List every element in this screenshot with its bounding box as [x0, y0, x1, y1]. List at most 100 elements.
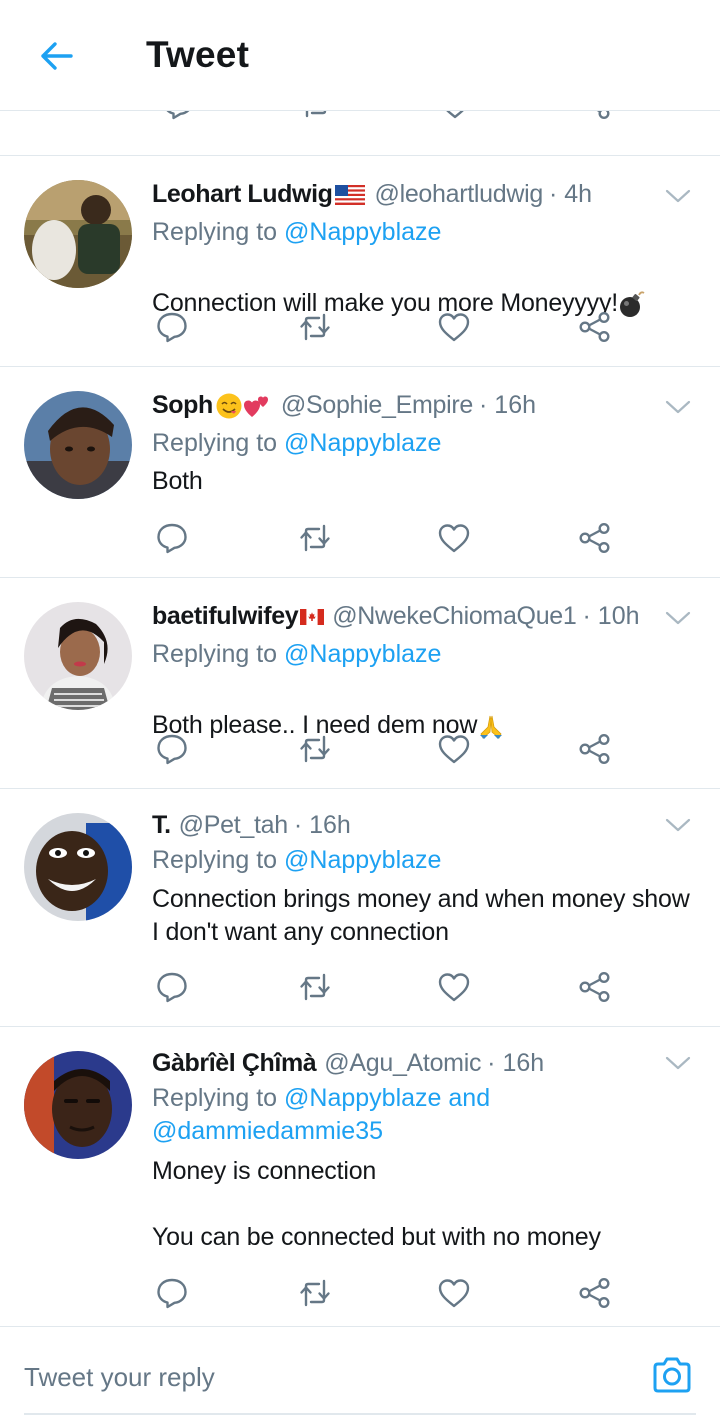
avatar-photo: [24, 391, 132, 499]
like-button[interactable]: [432, 965, 476, 1009]
timestamp: · 4h: [549, 180, 593, 208]
like-icon: [436, 731, 472, 767]
like-button[interactable]: [432, 1271, 476, 1315]
user-handle[interactable]: @NwekeChiomaQue1: [332, 602, 577, 631]
timestamp: · 16h: [487, 1049, 545, 1077]
display-name[interactable]: Leohart Ludwig: [152, 180, 333, 209]
like-icon: [436, 969, 472, 1005]
top-app-bar: Tweet: [0, 0, 720, 111]
avatar[interactable]: [24, 180, 132, 288]
two-hearts-emoji-icon: [243, 396, 268, 417]
replying-to-label: Replying to: [152, 846, 285, 874]
replying-to-link[interactable]: @Nappyblaze: [284, 218, 441, 246]
display-name[interactable]: Soph: [152, 391, 213, 420]
reply-button[interactable]: [150, 516, 194, 560]
reply-icon: [154, 731, 190, 767]
avatar[interactable]: [24, 391, 132, 499]
replying-to-link[interactable]: @Nappyblaze: [284, 429, 441, 457]
share-icon: [577, 309, 613, 345]
user-handle[interactable]: @leohartludwig: [375, 180, 544, 209]
avatar-photo: [24, 602, 132, 710]
replying-to-label: Replying to: [152, 429, 285, 457]
avatar-photo: [24, 813, 132, 921]
retweet-icon: [297, 309, 333, 345]
reply-icon: [154, 520, 190, 556]
action-bar: [150, 305, 620, 349]
replying-to-label: Replying to: [152, 1084, 285, 1112]
avatar[interactable]: [24, 813, 132, 921]
retweet-button[interactable]: [293, 727, 337, 771]
reply-tweet[interactable]: baetifulwifey @NwekeChiomaQue1 · 10h Rep…: [0, 577, 720, 788]
retweet-button[interactable]: [293, 516, 337, 560]
action-bar: [150, 965, 620, 1009]
user-handle[interactable]: @Agu_Atomic: [324, 1049, 481, 1078]
like-button[interactable]: [432, 727, 476, 771]
timestamp: · 16h: [293, 811, 351, 839]
replying-to: Replying to @Nappyblaze and @dammiedammi…: [152, 1082, 690, 1148]
page-title: Tweet: [146, 34, 250, 75]
reply-button[interactable]: [150, 1271, 194, 1315]
avatar[interactable]: [24, 1051, 132, 1159]
chevron-down-icon[interactable]: [664, 1053, 692, 1073]
display-name[interactable]: baetifulwifey: [152, 602, 299, 631]
reply-tweet[interactable]: Gàbrîèl Çhîmà @Agu_Atomic · 16h Replying…: [0, 1026, 720, 1326]
bomb-emoji-icon: [620, 291, 645, 318]
share-icon: [577, 520, 613, 556]
chevron-down-icon[interactable]: [664, 608, 692, 628]
user-handle[interactable]: @Pet_tah: [179, 811, 288, 840]
like-icon: [436, 1275, 472, 1311]
share-button[interactable]: [573, 305, 617, 349]
tweet-text: Connection brings money and when money s…: [152, 885, 690, 946]
share-icon: [577, 731, 613, 767]
reply-tweet[interactable]: Leohart Ludwig @leohartludwig · 4h Reply…: [0, 155, 720, 366]
chevron-down-icon[interactable]: [664, 815, 692, 835]
retweet-icon: [297, 520, 333, 556]
action-bar: [150, 516, 620, 560]
retweet-button[interactable]: [293, 305, 337, 349]
chevron-down-icon[interactable]: [664, 186, 692, 206]
retweet-button[interactable]: [293, 1271, 337, 1315]
display-name[interactable]: T.: [152, 811, 171, 840]
retweet-icon: [297, 731, 333, 767]
share-button[interactable]: [573, 965, 617, 1009]
display-name[interactable]: Gàbrîèl Çhîmà: [152, 1049, 317, 1078]
timestamp: · 10h: [582, 602, 640, 630]
retweet-button[interactable]: [293, 965, 337, 1009]
reply-button[interactable]: [150, 305, 194, 349]
chevron-down-icon[interactable]: [664, 397, 692, 417]
share-button[interactable]: [573, 516, 617, 560]
reply-tweet[interactable]: Soph @Sophie_Empire · 16h Replying to @N…: [0, 366, 720, 577]
back-button[interactable]: [28, 30, 84, 82]
replying-to: Replying to @Nappyblaze: [152, 638, 690, 671]
tweet-header: Gàbrîèl Çhîmà @Agu_Atomic · 16h: [152, 1049, 660, 1078]
replying-to-link[interactable]: @Nappyblaze: [284, 640, 441, 668]
timestamp: · 16h: [479, 391, 536, 419]
canada-flag-icon: [300, 608, 325, 625]
retweet-icon: [297, 969, 333, 1005]
reply-tweet[interactable]: T. @Pet_tah · 16h Replying to @Nappyblaz…: [0, 788, 720, 1026]
share-button[interactable]: [573, 727, 617, 771]
tweet-text: Money is connection You can be connected…: [152, 1157, 601, 1251]
like-button[interactable]: [432, 516, 476, 560]
avatar-photo: [24, 180, 132, 288]
replying-to-link[interactable]: @Nappyblaze: [284, 846, 441, 874]
replying-to: Replying to @Nappyblaze: [152, 844, 690, 877]
tweet-header: baetifulwifey @NwekeChiomaQue1 · 10h: [152, 602, 660, 631]
input-underline: [24, 1413, 696, 1415]
share-button[interactable]: [573, 1271, 617, 1315]
reply-button[interactable]: [150, 965, 194, 1009]
reply-icon: [154, 969, 190, 1005]
avatar[interactable]: [24, 602, 132, 710]
tweet-header: Leohart Ludwig @leohartludwig · 4h: [152, 180, 660, 209]
like-button[interactable]: [432, 305, 476, 349]
camera-icon: [653, 1357, 691, 1393]
user-handle[interactable]: @Sophie_Empire: [281, 391, 473, 420]
reply-input[interactable]: [24, 1355, 614, 1399]
replying-to-label: Replying to: [152, 218, 285, 246]
like-icon: [436, 520, 472, 556]
tweet-header: Soph @Sophie_Empire · 16h: [152, 391, 660, 420]
reply-button[interactable]: [150, 727, 194, 771]
like-icon: [436, 309, 472, 345]
camera-button[interactable]: [648, 1351, 696, 1399]
tweet-header: T. @Pet_tah · 16h: [152, 811, 660, 840]
